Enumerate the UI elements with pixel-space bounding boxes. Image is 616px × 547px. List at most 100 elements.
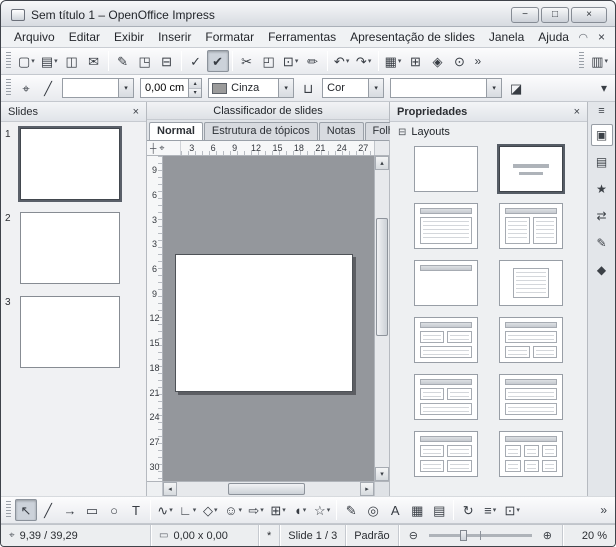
- curve-button[interactable]: ∿ ▾: [154, 499, 176, 521]
- fontwork-button[interactable]: A: [384, 499, 406, 521]
- toolbar-overflow-button[interactable]: »: [470, 54, 485, 68]
- shadow-button[interactable]: ◪: [505, 77, 527, 99]
- toolbar-grip[interactable]: [6, 501, 11, 519]
- slide-thumbnail[interactable]: [20, 212, 120, 284]
- undo-button[interactable]: ↶ ▾: [331, 50, 353, 72]
- view-tab[interactable]: Normal: [149, 122, 203, 140]
- tab-stop-icon[interactable]: ┼: [150, 143, 156, 153]
- layout-blank[interactable]: [414, 146, 478, 192]
- properties-tab[interactable]: ▣: [591, 124, 613, 146]
- glue-points-button[interactable]: ◎: [362, 499, 384, 521]
- toolbar-overflow-button[interactable]: »: [596, 503, 611, 517]
- zoom-in-button[interactable]: ⊕: [541, 529, 554, 542]
- spellcheck-button[interactable]: ✓: [185, 50, 207, 72]
- layout-title-content[interactable]: [414, 203, 478, 249]
- menu-item[interactable]: Ferramentas: [261, 28, 343, 46]
- layout-two-content-and-content[interactable]: [414, 317, 478, 363]
- chevron-down-icon[interactable]: ▾: [118, 79, 133, 97]
- slide-thumbnail[interactable]: [20, 128, 120, 200]
- menu-item[interactable]: Arquivo: [7, 28, 62, 46]
- scroll-left-icon[interactable]: ◂: [163, 482, 177, 496]
- layout-title-two-content[interactable]: [499, 203, 563, 249]
- zoom-slider-thumb[interactable]: [460, 530, 467, 541]
- line-style-select[interactable]: ▾: [62, 78, 134, 98]
- scroll-up-icon[interactable]: ▴: [375, 156, 389, 170]
- area-fill-button[interactable]: ⊔: [297, 77, 319, 99]
- chevron-down-icon[interactable]: ▾: [278, 79, 293, 97]
- menu-item[interactable]: Exibir: [107, 28, 151, 46]
- chevron-down-icon[interactable]: ▾: [486, 79, 501, 97]
- table-button[interactable]: ▦ ▾: [382, 50, 405, 72]
- slide-sorter-toolbar-title[interactable]: Classificador de slides: [147, 102, 389, 120]
- slide-page[interactable]: [175, 254, 353, 392]
- chevron-down-icon[interactable]: ▾: [368, 79, 383, 97]
- minimize-button[interactable]: −: [511, 7, 539, 23]
- slides-panel-close-button[interactable]: ×: [131, 106, 141, 118]
- slide-transition-tab[interactable]: ⇄: [591, 205, 613, 227]
- layout-centered-text[interactable]: [499, 260, 563, 306]
- rotate-button[interactable]: ↻: [457, 499, 479, 521]
- layout-six-content[interactable]: [499, 431, 563, 477]
- line-width-spinner[interactable]: 0,00 cm ▴ ▾: [140, 78, 202, 98]
- menu-item[interactable]: Ajuda: [531, 28, 576, 46]
- toolbar-grip[interactable]: [6, 52, 11, 70]
- print-button[interactable]: ⊟: [156, 50, 178, 72]
- save-button[interactable]: ◫: [61, 50, 83, 72]
- vertical-scroll-track[interactable]: [375, 170, 389, 467]
- scroll-down-icon[interactable]: ▾: [375, 467, 389, 481]
- layout-four-content[interactable]: [414, 431, 478, 477]
- redo-button[interactable]: ↷ ▾: [353, 50, 375, 72]
- slide-thumbnail[interactable]: [20, 296, 120, 368]
- view-tab[interactable]: Notas: [319, 122, 364, 140]
- title-bar[interactable]: Sem título 1 – OpenOffice Impress − □ ×: [1, 1, 615, 27]
- edit-points-button[interactable]: ⌖: [15, 77, 37, 99]
- custom-animation-tab[interactable]: ★: [591, 178, 613, 200]
- grid-button[interactable]: ⊞: [404, 50, 426, 72]
- menu-item[interactable]: Editar: [62, 28, 107, 46]
- export-pdf-button[interactable]: ◳: [134, 50, 156, 72]
- zoom-slider[interactable]: [429, 534, 532, 537]
- callouts-button[interactable]: ◖ ▾: [289, 499, 311, 521]
- fill-type-select[interactable]: Cor ▾: [322, 78, 384, 98]
- horizontal-scrollbar[interactable]: ◂ ▸: [163, 482, 374, 496]
- layout-content-and-two-content[interactable]: [499, 317, 563, 363]
- copy-button[interactable]: ◰: [258, 50, 280, 72]
- arrow-button[interactable]: →: [59, 499, 81, 521]
- zoom-button[interactable]: ⊙: [448, 50, 470, 72]
- zoom-out-button[interactable]: ⊖: [407, 529, 420, 542]
- basic-shapes-button[interactable]: ◇ ▾: [199, 499, 221, 521]
- spinner-down-icon[interactable]: ▾: [189, 89, 201, 98]
- slide-canvas[interactable]: [163, 156, 374, 481]
- vertical-scrollbar[interactable]: ▴ ▾: [374, 156, 389, 481]
- from-file-button[interactable]: ▦: [406, 499, 428, 521]
- template-name[interactable]: Padrão: [354, 530, 389, 542]
- close-document-button[interactable]: ×: [594, 30, 609, 44]
- edit-points-button[interactable]: ✎: [340, 499, 362, 521]
- line-button[interactable]: ╱: [37, 77, 59, 99]
- gallery-button[interactable]: ▤: [428, 499, 450, 521]
- fill-color-select[interactable]: ▾: [390, 78, 502, 98]
- spinner-up-icon[interactable]: ▴: [189, 79, 201, 89]
- navigator-button[interactable]: ◈: [426, 50, 448, 72]
- auto-spellcheck-button[interactable]: ✔: [207, 50, 229, 72]
- connector-button[interactable]: ∟ ▾: [176, 499, 199, 521]
- new-document-button[interactable]: ▢ ▾: [15, 50, 38, 72]
- styles-tab[interactable]: ✎: [591, 232, 613, 254]
- line-color-select[interactable]: Cinza ▾: [208, 78, 294, 98]
- maximize-button[interactable]: □: [541, 7, 569, 23]
- stars-button[interactable]: ☆ ▾: [311, 499, 333, 521]
- presentation-button[interactable]: ▥ ▾: [588, 50, 611, 72]
- symbol-shapes-button[interactable]: ☺ ▾: [221, 499, 245, 521]
- horizontal-scroll-thumb[interactable]: [228, 483, 305, 495]
- layout-title-slide[interactable]: [499, 146, 563, 192]
- menu-item[interactable]: Apresentação de slides: [343, 28, 482, 46]
- navigator-tab[interactable]: ◆: [591, 259, 613, 281]
- edit-file-button[interactable]: ✎: [112, 50, 134, 72]
- ellipse-button[interactable]: ○: [103, 499, 125, 521]
- horizontal-scroll-track[interactable]: [177, 482, 360, 496]
- layout-content-over-content[interactable]: [499, 374, 563, 420]
- text-button[interactable]: T: [125, 499, 147, 521]
- cut-button[interactable]: ✂: [236, 50, 258, 72]
- vertical-scroll-thumb[interactable]: [376, 218, 388, 337]
- line-button[interactable]: ╱: [37, 499, 59, 521]
